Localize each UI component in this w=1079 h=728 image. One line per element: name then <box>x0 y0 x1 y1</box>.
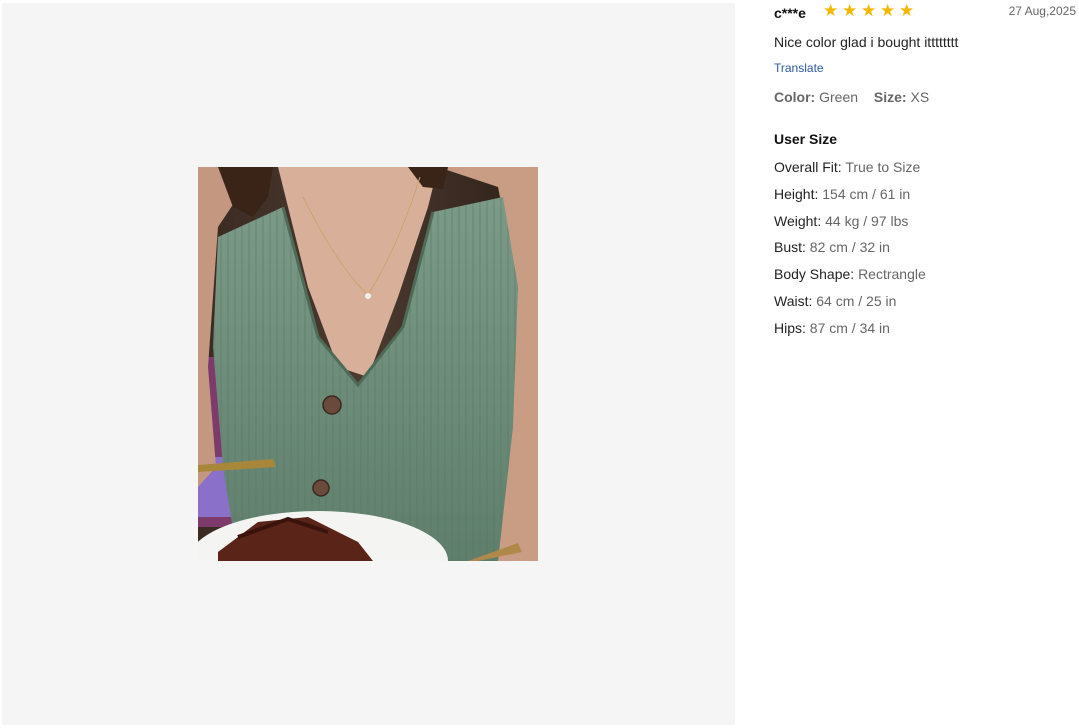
size-row-waist: Waist: 64 cm / 25 in <box>774 292 926 319</box>
star-icon: ★ <box>823 1 839 20</box>
attribute-value: Green <box>819 89 859 105</box>
size-value: Rectrangle <box>858 266 926 283</box>
star-icon: ★ <box>861 1 877 20</box>
attribute-label: Size: <box>873 89 907 105</box>
attribute-size: Size: XS <box>874 89 929 105</box>
star-icon: ★ <box>880 1 896 20</box>
size-row-height: Height: 154 cm / 61 in <box>774 185 926 212</box>
translate-link[interactable]: Translate <box>774 61 824 75</box>
size-row-hips: Hips: 87 cm / 34 in <box>774 319 926 346</box>
review-header: c***e ★ ★ ★ ★ ★ 27 Aug,2025 <box>774 0 1076 26</box>
size-row-weight: Weight: 44 kg / 97 lbs <box>774 212 926 239</box>
review-detail-panel: c***e ★ ★ ★ ★ ★ 27 Aug,2025 Nice color g… <box>774 0 1076 728</box>
size-row-body-shape: Body Shape: Rectrangle <box>774 265 926 292</box>
star-rating: ★ ★ ★ ★ ★ <box>823 1 915 20</box>
size-row-bust: Bust: 82 cm / 32 in <box>774 238 926 265</box>
image-viewer <box>2 3 735 725</box>
size-value: True to Size <box>845 159 921 175</box>
size-value: 64 cm / 25 in <box>816 292 897 309</box>
size-label: Bust: <box>774 239 806 256</box>
size-value: 154 cm / 61 in <box>822 185 911 202</box>
size-label: Waist: <box>774 292 813 309</box>
size-label: Body Shape: <box>774 266 855 283</box>
review-date: 27 Aug,2025 <box>1008 4 1076 18</box>
size-label: Weight: <box>774 212 822 229</box>
reviewer-name: c***e <box>774 5 806 21</box>
size-value: 44 kg / 97 lbs <box>825 212 909 229</box>
review-text: Nice color glad i bought itttttttt <box>774 34 959 50</box>
attribute-label: Color: <box>774 89 816 105</box>
user-size-title: User Size <box>774 131 838 147</box>
star-icon: ★ <box>842 1 858 20</box>
size-row-overall-fit: Overall Fit: True to Size <box>774 158 926 185</box>
size-label: Height: <box>774 185 819 202</box>
star-icon: ★ <box>899 1 915 20</box>
purchase-attributes: Color: Green Size: XS <box>774 89 941 105</box>
attribute-value: XS <box>910 89 930 105</box>
attribute-color: Color: Green <box>774 89 862 105</box>
size-label: Overall Fit: <box>774 159 842 175</box>
user-size-list: Overall Fit: True to Size Height: 154 cm… <box>774 158 926 346</box>
review-photo[interactable] <box>198 167 538 561</box>
size-value: 82 cm / 32 in <box>809 239 890 256</box>
size-value: 87 cm / 34 in <box>809 319 890 336</box>
size-label: Hips: <box>774 319 806 336</box>
